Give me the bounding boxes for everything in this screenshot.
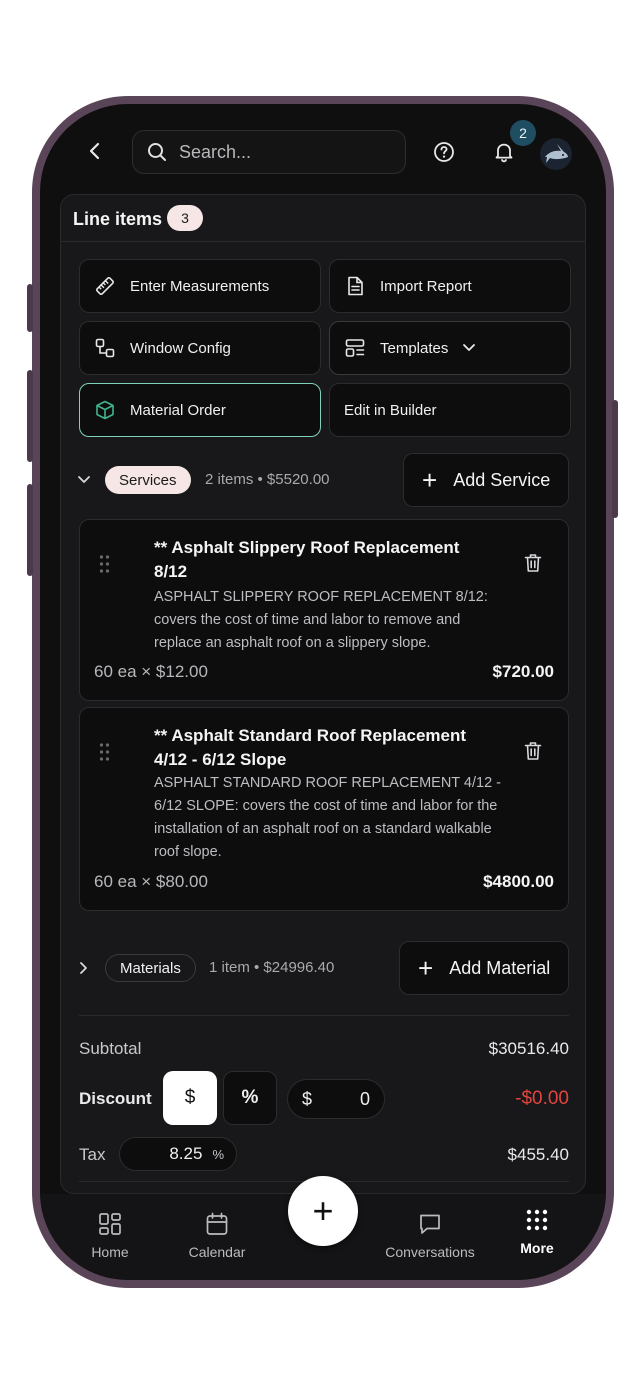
discount-percent-toggle[interactable]: % <box>223 1071 277 1125</box>
add-material-label: Add Material <box>449 957 551 978</box>
nav-home[interactable]: Home <box>55 1210 165 1260</box>
nav-more[interactable]: More <box>482 1206 592 1256</box>
chevron-left-icon <box>89 142 100 160</box>
apps-grid-icon <box>523 1206 551 1234</box>
chat-bubble-icon <box>416 1210 444 1238</box>
list-item[interactable]: ** Asphalt Standard Roof Replacement 4/1… <box>79 707 569 911</box>
drag-handle-icon[interactable] <box>98 554 112 574</box>
material-order-label: Material Order <box>130 401 226 419</box>
screen: Search... 2 Line items 3 Enter Measureme… <box>40 104 606 1280</box>
window-config-label: Window Config <box>130 339 231 357</box>
discount-input[interactable]: $ 0 <box>287 1079 385 1119</box>
materials-pill: Materials <box>105 954 196 982</box>
add-service-label: Add Service <box>453 469 551 490</box>
enter-measurements-button[interactable]: Enter Measurements <box>79 259 321 313</box>
list-item[interactable]: ** Asphalt Slippery Roof Replacement 8/1… <box>79 519 569 701</box>
materials-section-header: Materials 1 item • $24996.40 + Add Mater… <box>61 941 587 995</box>
search-input[interactable]: Search... <box>132 130 406 174</box>
trash-icon <box>524 554 542 572</box>
phone-power-button <box>612 400 618 518</box>
nav-calendar-label: Calendar <box>188 1244 246 1260</box>
enter-measurements-label: Enter Measurements <box>130 277 270 295</box>
plus-icon: + <box>418 953 434 983</box>
edit-in-builder-label: Edit in Builder <box>344 401 437 419</box>
add-service-button[interactable]: + Add Service <box>403 453 570 507</box>
notification-count-badge: 2 <box>510 120 536 146</box>
box-icon <box>94 399 116 421</box>
tax-rate-input[interactable]: 8.25 % <box>119 1137 237 1171</box>
window-config-icon <box>94 337 116 359</box>
nav-conversations[interactable]: Conversations <box>375 1210 485 1260</box>
nav-home-label: Home <box>91 1244 129 1260</box>
delete-item-button[interactable] <box>522 740 544 762</box>
divider <box>61 241 585 242</box>
bell-icon <box>495 143 513 163</box>
phone-volume-up-button <box>27 370 33 462</box>
discount-input-value: 0 <box>359 1088 370 1109</box>
back-button[interactable] <box>80 136 110 166</box>
item-quantity: 60 ea × $80.00 <box>94 872 208 891</box>
delete-item-button[interactable] <box>522 552 544 574</box>
tax-label: Tax <box>79 1145 106 1164</box>
item-description: ASPHALT SLIPPERY ROOF REPLACEMENT 8/12: … <box>154 589 488 651</box>
item-total: $720.00 <box>492 662 554 681</box>
nav-calendar[interactable]: Calendar <box>162 1210 272 1260</box>
create-fab-button[interactable]: + <box>288 1176 358 1246</box>
import-report-label: Import Report <box>380 277 472 295</box>
search-placeholder: Search... <box>179 141 252 162</box>
templates-label: Templates <box>380 339 449 357</box>
services-pill: Services <box>105 466 191 494</box>
document-icon <box>344 275 366 297</box>
help-circle-icon <box>434 142 454 162</box>
phone-mute-button <box>27 284 33 332</box>
discount-value: -$0.00 <box>515 1088 569 1109</box>
subtotal-label: Subtotal <box>79 1039 142 1058</box>
services-section-header: Services 2 items • $5520.00 + Add Servic… <box>61 453 587 507</box>
line-items-count-badge: 3 <box>167 205 203 231</box>
window-config-button[interactable]: Window Config <box>79 321 321 375</box>
tax-rate-value: 8.25 <box>169 1144 203 1163</box>
templates-dropdown[interactable]: Templates <box>329 321 571 375</box>
shark-avatar-icon <box>545 144 568 163</box>
tax-rate-unit: % <box>212 1146 224 1162</box>
line-items-card: Line items 3 Enter Measurements Import R… <box>60 194 586 1194</box>
nav-more-label: More <box>520 1240 554 1256</box>
ruler-icon <box>94 275 116 297</box>
item-quantity: 60 ea × $12.00 <box>94 662 208 681</box>
layout-icon <box>344 337 366 359</box>
item-title: ** Asphalt Slippery Roof Replacement 8/1… <box>154 538 460 581</box>
divider <box>79 1015 569 1016</box>
avatar[interactable] <box>540 138 572 170</box>
materials-meta: 1 item • $24996.40 <box>209 959 335 976</box>
item-total: $4800.00 <box>483 872 554 891</box>
calendar-icon <box>203 1210 231 1238</box>
material-order-button[interactable]: Material Order <box>79 383 321 437</box>
edit-in-builder-button[interactable]: Edit in Builder <box>329 383 571 437</box>
discount-input-prefix: $ <box>302 1088 313 1109</box>
search-icon <box>148 143 166 161</box>
chevron-down-icon <box>462 343 476 353</box>
tax-value: $455.40 <box>507 1145 569 1164</box>
chevron-down-icon <box>78 476 90 483</box>
discount-label: Discount <box>79 1089 152 1108</box>
item-description: ASPHALT STANDARD ROOF REPLACEMENT 4/12 -… <box>154 775 502 860</box>
plus-icon: + <box>422 465 438 495</box>
materials-expand-toggle[interactable] <box>75 959 93 977</box>
discount-dollar-toggle[interactable]: $ <box>163 1071 217 1125</box>
drag-handle-icon[interactable] <box>98 742 112 762</box>
line-items-title: Line items <box>73 209 163 229</box>
help-button[interactable] <box>430 138 458 166</box>
import-report-button[interactable]: Import Report <box>329 259 571 313</box>
trash-icon <box>524 742 542 760</box>
grid-icon <box>96 1210 124 1238</box>
phone-volume-down-button <box>27 484 33 576</box>
services-collapse-toggle[interactable] <box>75 471 93 489</box>
nav-conversations-label: Conversations <box>385 1244 475 1260</box>
chevron-right-icon <box>80 962 87 974</box>
subtotal-value: $30516.40 <box>488 1039 569 1058</box>
item-title: ** Asphalt Standard Roof Replacement 4/1… <box>154 726 467 769</box>
add-material-button[interactable]: + Add Material <box>399 941 570 995</box>
services-meta: 2 items • $5520.00 <box>205 471 330 488</box>
